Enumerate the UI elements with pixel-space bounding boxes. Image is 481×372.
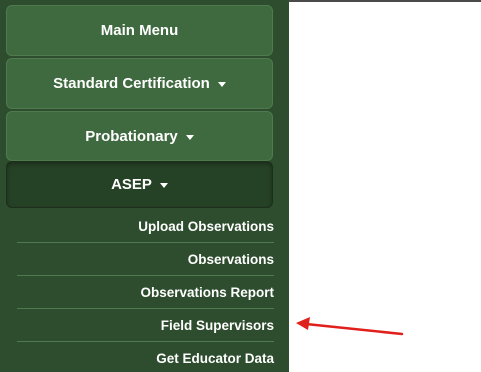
asep-submenu: Upload Observations Observations Observa…	[17, 210, 274, 372]
standard-certification-label: Standard Certification	[53, 75, 210, 92]
caret-down-icon	[185, 134, 194, 140]
submenu-item-label: Get Educator Data	[156, 351, 274, 366]
standard-certification-dropdown[interactable]: Standard Certification	[6, 58, 273, 109]
submenu-item-label: Field Supervisors	[160, 317, 274, 333]
caret-down-icon	[217, 82, 226, 87]
submenu-item-observations-report[interactable]: Observations Report	[17, 276, 274, 309]
top-border-line	[289, 0, 481, 2]
submenu-item-upload-observations[interactable]: Upload Observations	[17, 210, 274, 243]
asep-dropdown[interactable]: ASEP	[6, 161, 273, 208]
caret-down-icon	[159, 183, 168, 188]
asep-label: ASEP	[111, 176, 152, 193]
sidebar: Main Menu Standard Certification Probati…	[0, 0, 289, 372]
submenu-item-label: Observations	[187, 251, 274, 267]
submenu-item-get-educator-data[interactable]: Get Educator Data	[17, 342, 274, 372]
submenu-item-label: Upload Observations	[138, 218, 274, 234]
submenu-item-field-supervisors[interactable]: Field Supervisors	[17, 309, 274, 342]
probationary-dropdown[interactable]: Probationary	[6, 111, 273, 161]
main-menu-label: Main Menu	[100, 22, 179, 39]
submenu-item-observations[interactable]: Observations	[17, 243, 274, 276]
submenu-item-label: Observations Report	[140, 284, 274, 300]
main-menu-button[interactable]: Main Menu	[6, 5, 273, 56]
page: Main Menu Standard Certification Probati…	[0, 0, 481, 372]
probationary-label: Probationary	[85, 127, 178, 145]
red-arrow-icon	[296, 317, 404, 336]
